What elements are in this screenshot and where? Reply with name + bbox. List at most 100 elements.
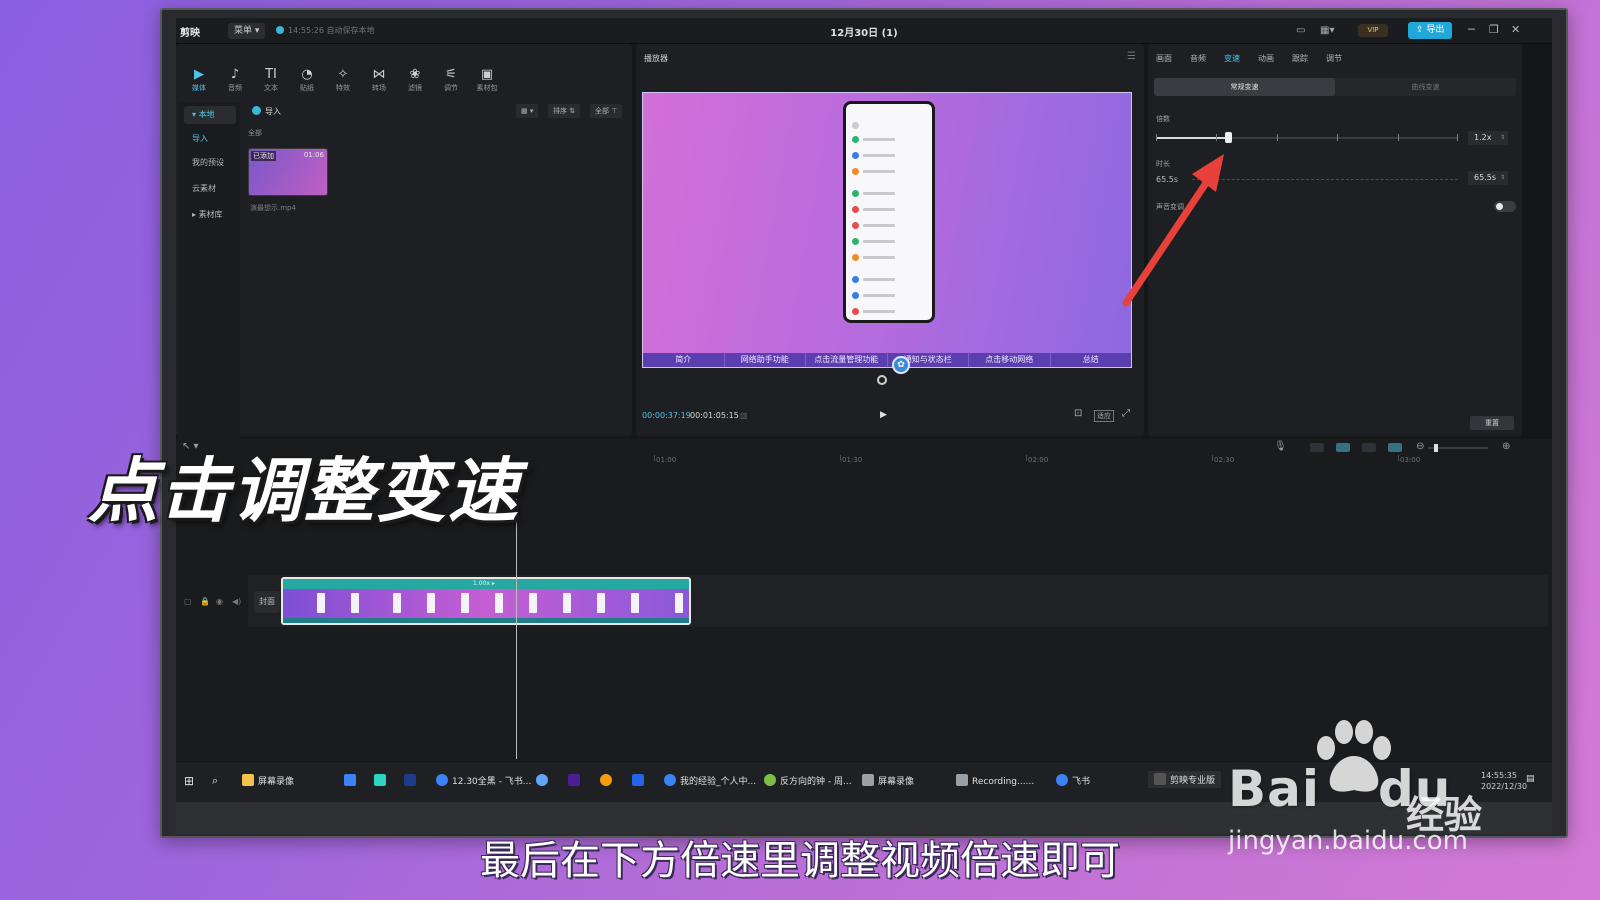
sidebar-item-local[interactable]: ▾ 本地 — [184, 106, 236, 124]
tab-asset-pack[interactable]: ▣ 素材包 — [470, 68, 504, 93]
start-icon[interactable]: ⊞ — [184, 774, 194, 788]
menu-button[interactable]: 菜单 ▾ — [228, 23, 266, 39]
tab-effects[interactable]: ✧ 特效 — [326, 68, 360, 93]
zoom-in-icon[interactable]: ⊕ — [1502, 441, 1510, 452]
sidebar-item-library[interactable]: ▸ 素材库 — [184, 206, 236, 224]
tab-speed[interactable]: 变速 — [1224, 53, 1240, 64]
vip-badge[interactable]: VIP — [1358, 24, 1388, 37]
track-mute-icon[interactable]: ◀) — [232, 597, 241, 606]
export-button[interactable]: ⇪ 导出 — [1408, 22, 1453, 39]
media-panel: ▶ 媒体 ♪ 音频 TI 文本 ◔ 贴纸 ✧ 特效 ⋈ 转场 ❀ 滤镜 ⚟ 调节 ▣ 素材包 ▾ … — [176, 44, 632, 462]
zoom-out-icon[interactable]: ⊖ — [1416, 441, 1424, 452]
ruler-label: 03:00 — [1400, 456, 1421, 464]
taskbar-item[interactable]: 我的经验_个人中... — [664, 774, 756, 787]
split-icon[interactable] — [1388, 443, 1402, 452]
pitch-toggle[interactable] — [1494, 201, 1516, 212]
tab-text[interactable]: TI 文本 — [254, 68, 288, 93]
search-icon[interactable]: ⌕ — [212, 774, 218, 788]
tab-media[interactable]: ▶ 媒体 — [182, 68, 216, 93]
preview-axis-icon[interactable] — [1362, 443, 1376, 452]
taskbar-item[interactable]: 剪映专业版 — [1148, 771, 1222, 788]
tab-label: 转场 — [372, 84, 386, 92]
sort-button[interactable]: 排序 ⇅ — [548, 104, 581, 118]
app-logo: 剪映 — [180, 28, 200, 39]
tab-filter[interactable]: ❀ 滤镜 — [398, 68, 432, 93]
tab-curve-speed[interactable]: 曲线变速 — [1335, 78, 1516, 96]
phone-row — [852, 274, 928, 286]
zoom-slider[interactable] — [1428, 444, 1488, 452]
lark-icon[interactable] — [632, 774, 648, 787]
sidebar-item-cloud[interactable]: 云素材 — [184, 180, 236, 198]
taskbar-item[interactable]: 12.30全黑 - 飞书... — [436, 774, 531, 787]
restore-icon[interactable]: ❐ — [1489, 23, 1499, 36]
phone-row — [852, 204, 928, 216]
tab-adjust[interactable]: ⚟ 调节 — [434, 68, 468, 93]
stepper-icon[interactable]: ⇕ — [1500, 171, 1505, 185]
sidebar-item-presets[interactable]: 我的预设 — [184, 154, 236, 172]
stepper-icon[interactable]: ⇕ — [1500, 131, 1505, 145]
player-menu-icon[interactable]: ☰ — [1127, 51, 1136, 62]
minimize-icon[interactable]: ─ — [1468, 23, 1475, 36]
track-visible-icon[interactable]: ◉ — [216, 597, 223, 606]
sidebar-item-import[interactable]: 导入 — [184, 130, 236, 148]
keyboard-icon[interactable]: ▭ — [1296, 25, 1305, 36]
ratio-button[interactable]: 适应 — [1094, 410, 1114, 422]
premiere-icon[interactable] — [568, 774, 584, 787]
tab-label: 媒体 — [192, 84, 206, 92]
tab-sticker[interactable]: ◔ 贴纸 — [290, 68, 324, 93]
snap-icon[interactable] — [1310, 443, 1324, 452]
paw-marker-icon: ✿ — [892, 356, 910, 374]
notification-icon[interactable]: ▤ — [1526, 774, 1535, 784]
import-button[interactable]: 导入 — [252, 106, 281, 117]
speed-tick — [1398, 134, 1399, 141]
taskbar-item[interactable]: 屏幕录像 — [862, 774, 914, 787]
system-clock[interactable]: 14:55:35 2022/12/30 — [1481, 770, 1527, 792]
phone-row — [852, 220, 928, 232]
taskbar-item[interactable]: 飞书 — [1056, 774, 1090, 787]
chrome-icon[interactable] — [600, 774, 616, 787]
close-icon[interactable]: ✕ — [1511, 23, 1520, 36]
tab-normal-speed[interactable]: 常规变速 — [1154, 78, 1335, 96]
taskbar-label: 我的经验_个人中... — [680, 777, 757, 787]
speed-input[interactable]: 1.2x ⇕ — [1468, 131, 1508, 145]
playhead[interactable] — [516, 499, 517, 759]
fullscreen-icon[interactable]: ⤢ — [1122, 408, 1130, 419]
taskbar-item[interactable]: 屏幕录像 — [242, 774, 294, 787]
video-clip[interactable]: 1.00x ▸ — [281, 577, 691, 625]
player-panel: 播放器 ☰ 简介 网络助手功能 点击流量管理功能 通知与状态栏 点击移动网络 总… — [636, 44, 1144, 436]
layout-icon[interactable]: ▦▾ — [1320, 25, 1334, 36]
title-bar: 剪映 菜单 ▾ 14:55:26 自动保存本地 12月30日 (1) ▭ ▦▾ … — [176, 18, 1552, 44]
timeline-toggle-icon[interactable]: ▥ — [740, 411, 748, 420]
tab-audio-settings[interactable]: 音频 — [1190, 53, 1206, 64]
mail-icon[interactable] — [344, 774, 360, 787]
export-label: 导出 — [1426, 25, 1445, 35]
media-thumbnail[interactable]: 已添加 01:06 — [248, 148, 328, 196]
tab-label: 特效 — [336, 84, 350, 92]
duration-input[interactable]: 65.5s ⇕ — [1468, 171, 1508, 185]
tab-tracking[interactable]: 跟踪 — [1292, 53, 1308, 64]
track-lock-icon[interactable]: 🔒 — [200, 597, 210, 606]
edge-icon[interactable] — [536, 774, 552, 787]
fit-icon[interactable]: ⊡ — [1074, 408, 1082, 419]
video-preview[interactable]: 简介 网络助手功能 点击流量管理功能 通知与状态栏 点击移动网络 总结 — [642, 92, 1132, 368]
cover-button[interactable]: 封面 — [254, 591, 280, 613]
taskbar-item[interactable]: 反方向的钟 - 周... — [764, 774, 852, 787]
microphone-icon[interactable]: 🎙 — [1274, 441, 1287, 452]
link-icon[interactable] — [1336, 443, 1350, 452]
tab-adjustment[interactable]: 调节 — [1326, 53, 1342, 64]
photoshop-icon[interactable] — [404, 774, 420, 787]
taskbar-item[interactable]: Recording...... — [956, 774, 1034, 787]
reset-button[interactable]: 重置 — [1470, 416, 1514, 430]
tab-picture[interactable]: 画面 — [1156, 53, 1172, 64]
zoom-handle[interactable] — [1434, 444, 1438, 452]
clip-frame — [563, 593, 571, 613]
tab-audio[interactable]: ♪ 音频 — [218, 68, 252, 93]
track-hide-icon[interactable]: ▢ — [184, 597, 192, 606]
tab-transition[interactable]: ⋈ 转场 — [362, 68, 396, 93]
view-mode-button[interactable]: ▦ ▾ — [516, 104, 539, 118]
tab-animation[interactable]: 动画 — [1258, 53, 1274, 64]
phone-row — [852, 150, 928, 162]
play-button[interactable]: ▶ — [880, 410, 887, 420]
browser-icon[interactable] — [374, 774, 390, 787]
filter-button[interactable]: 全部 ⊤ — [590, 104, 623, 118]
